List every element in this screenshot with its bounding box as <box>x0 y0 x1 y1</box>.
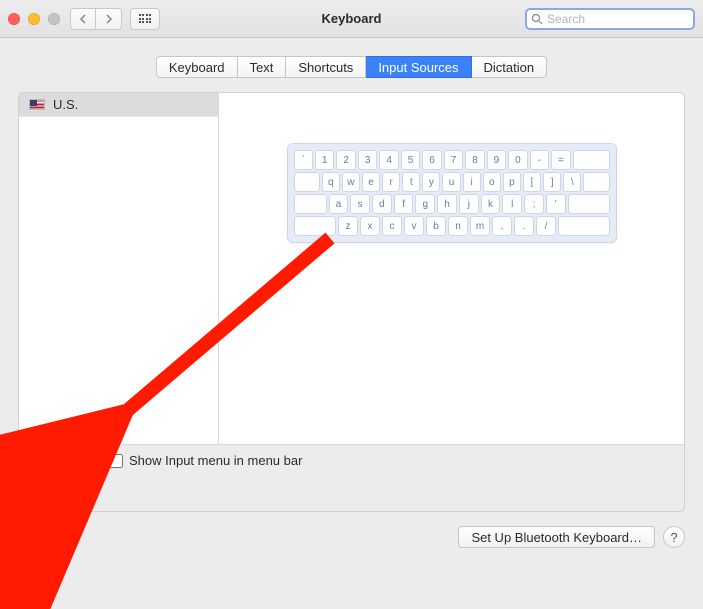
key: d <box>372 194 392 214</box>
key: 2 <box>336 150 355 170</box>
key: ' <box>546 194 566 214</box>
keyboard-row: qwertyuiop[]\ <box>294 172 610 192</box>
key-blank <box>573 150 610 170</box>
source-list[interactable]: U.S. <box>19 93 219 444</box>
key-blank <box>568 194 610 214</box>
key: v <box>404 216 424 236</box>
key: 4 <box>379 150 398 170</box>
panel-footer: + − Show Input menu in menu bar <box>19 445 684 511</box>
key: f <box>394 194 414 214</box>
show-input-menu-label: Show Input menu in menu bar <box>129 453 302 468</box>
key: e <box>362 172 380 192</box>
key: h <box>437 194 457 214</box>
titlebar: Keyboard <box>0 0 703 38</box>
key: 3 <box>358 150 377 170</box>
key: g <box>415 194 435 214</box>
key: , <box>492 216 512 236</box>
key: m <box>470 216 490 236</box>
tab-text[interactable]: Text <box>238 56 287 78</box>
key: 6 <box>422 150 441 170</box>
keyboard-row: asdfghjkl;' <box>294 194 610 214</box>
key: w <box>342 172 360 192</box>
key: y <box>422 172 440 192</box>
key-blank <box>558 216 610 236</box>
key: i <box>463 172 481 192</box>
tab-shortcuts[interactable]: Shortcuts <box>286 56 366 78</box>
key: 1 <box>315 150 334 170</box>
nav-back-forward <box>70 8 122 30</box>
tabs: KeyboardTextShortcutsInput SourcesDictat… <box>18 56 685 78</box>
key: n <box>448 216 468 236</box>
window-controls <box>8 13 60 25</box>
close-window-button[interactable] <box>8 13 20 25</box>
remove-source-button[interactable]: − <box>59 451 89 473</box>
zoom-window-button[interactable] <box>48 13 60 25</box>
key: o <box>483 172 501 192</box>
key: u <box>442 172 460 192</box>
key: b <box>426 216 446 236</box>
search-field[interactable] <box>525 8 695 30</box>
bottom-row: Set Up Bluetooth Keyboard… ? <box>18 526 685 548</box>
key-blank <box>294 194 327 214</box>
panel-body: U.S. `1234567890-=qwertyuiop[]\asdfghjkl… <box>19 93 684 445</box>
key: - <box>530 150 549 170</box>
help-button[interactable]: ? <box>663 526 685 548</box>
search-icon <box>531 13 543 25</box>
key: ; <box>524 194 544 214</box>
tab-keyboard[interactable]: Keyboard <box>156 56 238 78</box>
key: k <box>481 194 501 214</box>
source-item[interactable]: U.S. <box>19 93 218 117</box>
key: x <box>360 216 380 236</box>
key-blank <box>583 172 609 192</box>
key: c <box>382 216 402 236</box>
key: s <box>350 194 370 214</box>
key: l <box>502 194 522 214</box>
chevron-right-icon <box>105 14 113 24</box>
key: 0 <box>508 150 527 170</box>
key: 5 <box>401 150 420 170</box>
content: KeyboardTextShortcutsInput SourcesDictat… <box>0 38 703 562</box>
keyboard-layout: `1234567890-=qwertyuiop[]\asdfghjkl;'zxc… <box>287 143 617 243</box>
key: j <box>459 194 479 214</box>
key: \ <box>563 172 581 192</box>
key: z <box>338 216 358 236</box>
key: . <box>514 216 534 236</box>
source-label: U.S. <box>53 97 78 112</box>
grid-icon <box>139 14 152 23</box>
key: / <box>536 216 556 236</box>
key: 8 <box>465 150 484 170</box>
key: ` <box>294 150 313 170</box>
bluetooth-keyboard-button[interactable]: Set Up Bluetooth Keyboard… <box>458 526 655 548</box>
key: q <box>322 172 340 192</box>
add-source-button[interactable]: + <box>29 451 59 473</box>
key-blank <box>294 216 337 236</box>
key: 9 <box>487 150 506 170</box>
minimize-window-button[interactable] <box>28 13 40 25</box>
back-button[interactable] <box>70 8 96 30</box>
key: p <box>503 172 521 192</box>
chevron-left-icon <box>79 14 87 24</box>
keyboard-preview: `1234567890-=qwertyuiop[]\asdfghjkl;'zxc… <box>219 93 684 444</box>
key: ] <box>543 172 561 192</box>
key: a <box>329 194 349 214</box>
search-input[interactable] <box>547 12 689 26</box>
add-remove-group: + − <box>29 451 89 473</box>
tab-input-sources[interactable]: Input Sources <box>366 56 471 78</box>
forward-button[interactable] <box>96 8 122 30</box>
key: t <box>402 172 420 192</box>
key: 7 <box>444 150 463 170</box>
tab-dictation[interactable]: Dictation <box>472 56 548 78</box>
key-blank <box>294 172 320 192</box>
key: [ <box>523 172 541 192</box>
keyboard-row: zxcvbnm,./ <box>294 216 610 236</box>
input-sources-panel: U.S. `1234567890-=qwertyuiop[]\asdfghjkl… <box>18 92 685 512</box>
key: r <box>382 172 400 192</box>
show-input-menu-checkbox[interactable]: Show Input menu in menu bar <box>109 453 302 468</box>
key: = <box>551 150 570 170</box>
show-input-menu-input[interactable] <box>109 454 123 468</box>
keyboard-row: `1234567890-= <box>294 150 610 170</box>
flag-icon <box>29 99 45 110</box>
show-all-button[interactable] <box>130 8 160 30</box>
